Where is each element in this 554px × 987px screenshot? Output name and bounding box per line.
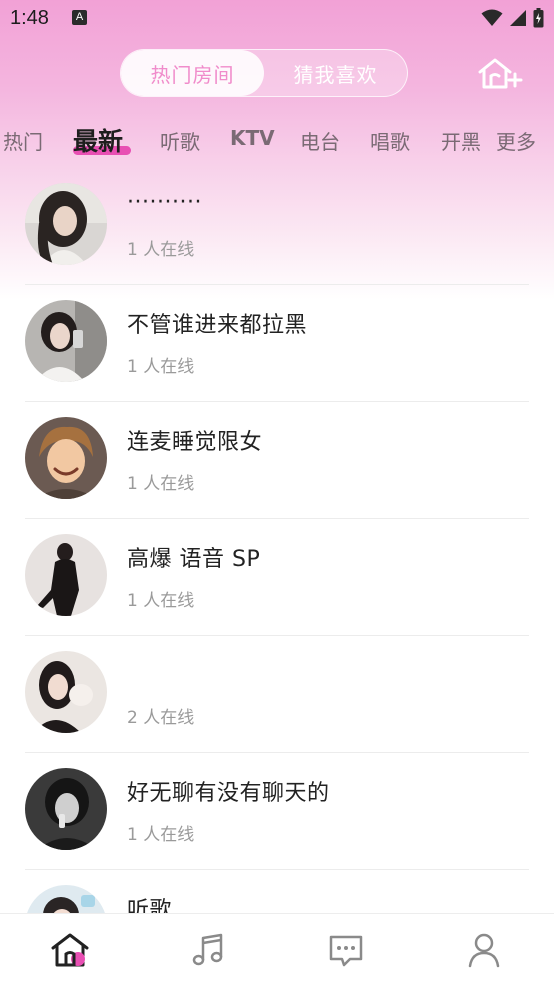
room-list: ·········· 1 人在线 不管谁进来都拉黑 1 人在线 连麦睡觉限女 1… <box>0 168 554 987</box>
music-icon[interactable] <box>188 930 228 970</box>
home-plus-icon[interactable] <box>476 56 526 92</box>
segment-hot-rooms[interactable]: 热门房间 <box>121 50 264 96</box>
tab-more[interactable]: 更多 <box>496 126 536 155</box>
status-bar: 1:48 A <box>0 0 554 38</box>
tab-hot[interactable]: 热门 <box>3 126 43 155</box>
room-online-count: 1 人在线 <box>127 591 195 611</box>
room-online-count: 1 人在线 <box>127 357 195 377</box>
signal-icon <box>510 10 526 26</box>
room-title: 连麦睡觉限女 <box>127 430 263 455</box>
tab-radio[interactable]: 电台 <box>300 126 340 155</box>
home-icon[interactable] <box>50 930 90 970</box>
room-title: ·········· <box>127 190 202 215</box>
tab-ktv[interactable]: KTV <box>230 126 275 150</box>
room-avatar <box>25 768 107 850</box>
tab-sing[interactable]: 唱歌 <box>370 126 410 155</box>
room-segment-control: 热门房间 猜我喜欢 <box>120 49 408 97</box>
profile-icon[interactable] <box>464 930 504 970</box>
room-title: 高爆 语音 SP <box>127 547 261 572</box>
tab-listen-music[interactable]: 听歌 <box>160 126 200 155</box>
room-item[interactable]: ·········· 1 人在线 <box>25 168 529 285</box>
room-online-count: 1 人在线 <box>127 474 195 494</box>
tab-gaming[interactable]: 开黑 <box>441 126 481 155</box>
room-avatar <box>25 651 107 733</box>
segment-guess-you-like[interactable]: 猜我喜欢 <box>264 50 407 96</box>
battery-icon <box>533 8 544 28</box>
room-avatar <box>25 417 107 499</box>
room-online-count: 2 人在线 <box>127 708 195 728</box>
wifi-icon <box>481 9 503 26</box>
room-online-count: 1 人在线 <box>127 825 195 845</box>
notification-icon: A <box>72 10 87 25</box>
message-icon[interactable] <box>326 930 366 970</box>
tab-latest[interactable]: 最新 <box>73 122 123 158</box>
room-title: 好无聊有没有聊天的 <box>127 781 330 806</box>
room-item[interactable]: 连麦睡觉限女 1 人在线 <box>25 402 529 519</box>
room-item[interactable]: 2 人在线 <box>25 636 529 753</box>
room-item[interactable]: 高爆 语音 SP 1 人在线 <box>25 519 529 636</box>
bottom-navigation <box>0 913 554 986</box>
room-avatar <box>25 534 107 616</box>
room-online-count: 1 人在线 <box>127 240 195 260</box>
room-item[interactable]: 好无聊有没有聊天的 1 人在线 <box>25 753 529 870</box>
room-avatar <box>25 183 107 265</box>
status-time: 1:48 <box>10 7 49 29</box>
room-item[interactable]: 不管谁进来都拉黑 1 人在线 <box>25 285 529 402</box>
room-avatar <box>25 300 107 382</box>
room-title: 不管谁进来都拉黑 <box>127 313 308 338</box>
top-bar: 热门房间 猜我喜欢 <box>0 48 554 100</box>
category-tabs: 热门 最新 听歌 KTV 电台 唱歌 开黑 更多 <box>0 118 554 162</box>
